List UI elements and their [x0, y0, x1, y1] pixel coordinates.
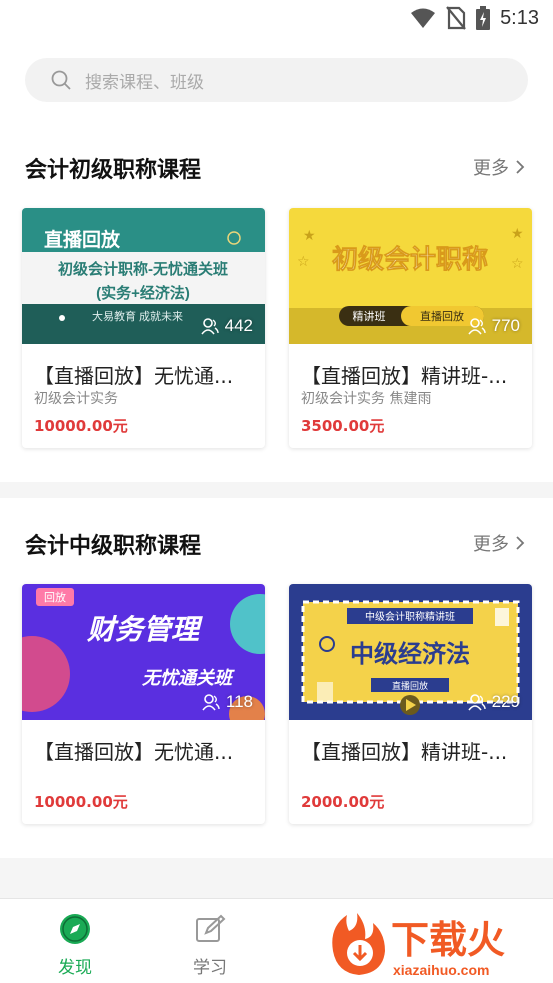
more-link[interactable]: 更多 — [473, 530, 525, 556]
section-junior-courses: 会计初级职称课程 更多 直播回放 初级会计职称-无忧通关班 (实务+经济法) 大… — [0, 122, 553, 482]
course-card[interactable]: 直播回放 初级会计职称-无忧通关班 (实务+经济法) 大易教育 成就未来 442… — [22, 208, 265, 448]
thumb-pill-left: 精讲班 — [353, 309, 386, 323]
watermark-text: 下载火 — [391, 920, 505, 962]
course-price: 2000.00元 — [301, 793, 385, 811]
thumb-heading: 初级会计职称 — [332, 244, 488, 274]
course-title: 【直播回放】精讲班-... — [301, 364, 508, 388]
svg-text:★: ★ — [303, 228, 316, 244]
thumb-footer: 大易教育 成就未来 — [92, 309, 183, 323]
edit-icon — [196, 914, 226, 942]
nav-label: 发现 — [58, 958, 92, 978]
nav-label: 学习 — [193, 958, 227, 978]
thumb-sub: 无忧通关班 — [141, 668, 235, 688]
thumb-heading: 财务管理 — [86, 614, 203, 645]
chevron-right-icon — [516, 536, 525, 550]
user-icon — [467, 694, 486, 711]
section-title: 会计初级职称课程 — [25, 158, 202, 183]
thumb-heading: 中级经济法 — [350, 640, 470, 668]
watermark-logo: 下载火 xiazaihuo.com — [319, 907, 547, 981]
thumb-banner: 中级会计职称精讲班 — [365, 610, 455, 623]
course-title: 【直播回放】精讲班-... — [301, 740, 508, 764]
view-count-value: 229 — [491, 692, 520, 711]
user-icon — [202, 694, 220, 711]
thumb-line2: (实务+经济法) — [96, 284, 190, 302]
svg-text:☆: ☆ — [297, 254, 310, 270]
view-count: 442 — [200, 316, 253, 336]
nav-discover[interactable]: 发现 — [35, 913, 115, 978]
battery-charging-icon — [476, 6, 491, 30]
user-icon — [200, 318, 219, 335]
course-price: 10000.00元 — [34, 417, 128, 435]
nav-study[interactable]: 学习 — [170, 913, 250, 978]
thumb-pill: 直播回放 — [392, 680, 428, 691]
clock: 5:13 — [500, 6, 539, 29]
course-price: 10000.00元 — [34, 793, 128, 811]
more-link[interactable]: 更多 — [473, 154, 525, 180]
search-area: 搜索课程、班级 — [0, 40, 553, 122]
view-count: 118 — [202, 692, 253, 712]
wifi-icon — [411, 8, 436, 28]
course-card[interactable]: ★ ★ ☆ ☆ 初级会计职称 精讲班 直播回放 770 【直播回放】精讲班-..… — [289, 208, 532, 448]
status-bar: 5:13 — [0, 0, 553, 40]
view-count-value: 118 — [225, 692, 253, 711]
search-input[interactable]: 搜索课程、班级 — [25, 58, 528, 102]
more-label: 更多 — [473, 534, 509, 555]
course-title: 【直播回放】无忧通... — [34, 740, 234, 764]
course-subtitle: 初级会计实务 焦建雨 — [301, 391, 432, 407]
compass-icon — [60, 914, 90, 944]
svg-text:☆: ☆ — [511, 256, 524, 272]
view-count-value: 442 — [224, 316, 253, 335]
thumb-pill-right: 直播回放 — [420, 309, 464, 323]
course-price: 3500.00元 — [301, 417, 385, 435]
course-subtitle: 初级会计实务 — [34, 391, 118, 407]
course-card[interactable]: 回放 财务管理 无忧通关班 118 【直播回放】无忧通... 10000.00元 — [22, 584, 265, 824]
svg-text:★: ★ — [511, 226, 524, 242]
search-icon — [51, 70, 71, 90]
watermark-url: xiazaihuo.com — [393, 962, 489, 978]
chevron-right-icon — [516, 160, 525, 174]
view-count-value: 770 — [491, 316, 520, 335]
more-label: 更多 — [473, 158, 509, 179]
view-count: 229 — [467, 692, 520, 712]
thumb-tag: 直播回放 — [44, 228, 121, 251]
search-placeholder: 搜索课程、班级 — [85, 72, 204, 93]
course-title: 【直播回放】无忧通... — [34, 364, 234, 388]
section-title: 会计中级职称课程 — [25, 534, 202, 559]
thumb-tag: 回放 — [44, 590, 66, 604]
no-sim-icon — [446, 6, 466, 30]
thumb-line1: 初级会计职称-无忧通关班 — [58, 260, 228, 278]
view-count: 770 — [467, 316, 520, 336]
user-icon — [467, 318, 486, 335]
course-card[interactable]: 中级会计职称精讲班 中级经济法 直播回放 229 【直播回放】精讲班-... 2… — [289, 584, 532, 824]
section-intermediate-courses: 会计中级职称课程 更多 回放 财务管理 无忧通关班 118 【直播回放】无忧通.… — [0, 498, 553, 858]
